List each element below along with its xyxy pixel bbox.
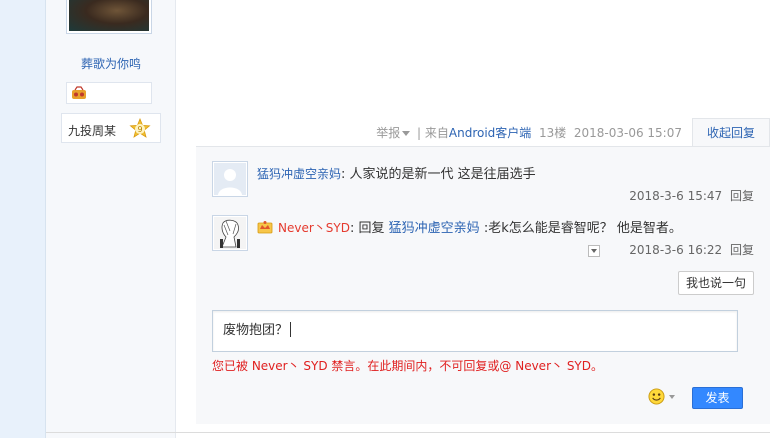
rank-box[interactable]: 九投周某 9 xyxy=(61,113,161,143)
submit-button[interactable]: 发表 xyxy=(692,387,743,409)
reply-content: 人家说的是新一代 这是往届选手 xyxy=(349,167,536,182)
reply-separator: : xyxy=(341,167,346,182)
reply-input[interactable]: 废物抱团？ xyxy=(212,310,738,352)
source-device-link[interactable]: Android客户端 xyxy=(449,126,531,140)
source-prefix: | 来自 xyxy=(417,126,449,140)
reply-avatar[interactable] xyxy=(212,215,248,251)
post-main: 举报 | 来自Android客户端 13楼 2018-03-06 15:07 收… xyxy=(176,0,770,438)
poster-avatar[interactable] xyxy=(66,0,152,34)
reply-content: :老k怎么能是睿智呢？ 他是智者。 xyxy=(483,221,682,236)
rank-label: 九投周某 xyxy=(68,124,117,138)
post-datetime: 2018-03-06 15:07 xyxy=(573,126,682,140)
user-sketch-avatar-icon xyxy=(214,217,246,249)
reply-item: 猛犸冲虚空亲妈: 人家说的是新一代 这是往届选手 2018-3-6 15:47 … xyxy=(212,161,760,204)
collapse-reply-button[interactable]: 收起回复 xyxy=(692,118,770,147)
reply-to-username[interactable]: 猛犸冲虚空亲妈 xyxy=(389,221,480,236)
chevron-down-icon xyxy=(669,395,675,399)
reply-area: 猛犸冲虚空亲妈: 人家说的是新一代 这是往届选手 2018-3-6 15:47 … xyxy=(196,146,770,424)
report-dropdown-icon[interactable] xyxy=(402,130,411,136)
poster-sidebar: 葬歌为你鸣 九投周某 9 xyxy=(46,0,176,438)
emoji-picker-button[interactable] xyxy=(648,387,678,407)
reply-username[interactable]: 猛犸冲虚空亲妈 xyxy=(257,167,341,181)
default-user-icon xyxy=(214,163,246,195)
reply-time-row: 2018-3-6 16:22 回复 xyxy=(629,241,754,258)
poster-username[interactable]: 葬歌为你鸣 xyxy=(46,55,176,72)
report-link[interactable]: 举报 xyxy=(376,126,400,140)
vip-crown-icon xyxy=(257,221,273,234)
expand-toggle-icon[interactable] xyxy=(588,245,600,257)
rank-level: 9 xyxy=(137,125,142,134)
reply-separator: : xyxy=(349,221,355,236)
text-caret xyxy=(290,322,292,337)
medal-icon[interactable] xyxy=(71,86,87,100)
reply-avatar[interactable] xyxy=(212,161,248,197)
page-left-gutter xyxy=(0,0,46,438)
reply-time-row: 2018-3-6 15:47 回复 xyxy=(629,187,754,204)
reply-button[interactable]: 回复 xyxy=(730,243,754,257)
banned-notice: 您已被 Never丶 SYD 禁言。在此期间内，不可回复或@ Never丶 SY… xyxy=(212,359,604,373)
medal-box xyxy=(66,82,152,104)
reply-username[interactable]: Never丶SYD xyxy=(278,221,350,235)
reply-button[interactable]: 回复 xyxy=(730,189,754,203)
say-something-button[interactable]: 我也说一句 xyxy=(678,271,754,295)
reply-time: 2018-3-6 15:47 xyxy=(629,189,723,203)
divider xyxy=(46,432,770,433)
rank-star-badge-icon: 9 xyxy=(129,118,151,138)
reply-item: Never丶SYD: 回复 猛犸冲虚空亲妈 :老k怎么能是睿智呢？ 他是智者。 … xyxy=(212,215,760,258)
smiley-icon xyxy=(648,388,665,405)
floor-number: 13楼 xyxy=(538,126,567,140)
reply-time: 2018-3-6 16:22 xyxy=(629,243,723,257)
reply-text: 猛犸冲虚空亲妈: 人家说的是新一代 这是往届选手 xyxy=(257,163,757,182)
reply-input-value: 废物抱团？ xyxy=(223,319,292,338)
reply-text: Never丶SYD: 回复 猛犸冲虚空亲妈 :老k怎么能是睿智呢？ 他是智者。 xyxy=(257,217,757,236)
reply-word: 回复 xyxy=(358,221,385,236)
post-meta: 举报 | 来自Android客户端 13楼 2018-03-06 15:07 xyxy=(376,124,682,141)
